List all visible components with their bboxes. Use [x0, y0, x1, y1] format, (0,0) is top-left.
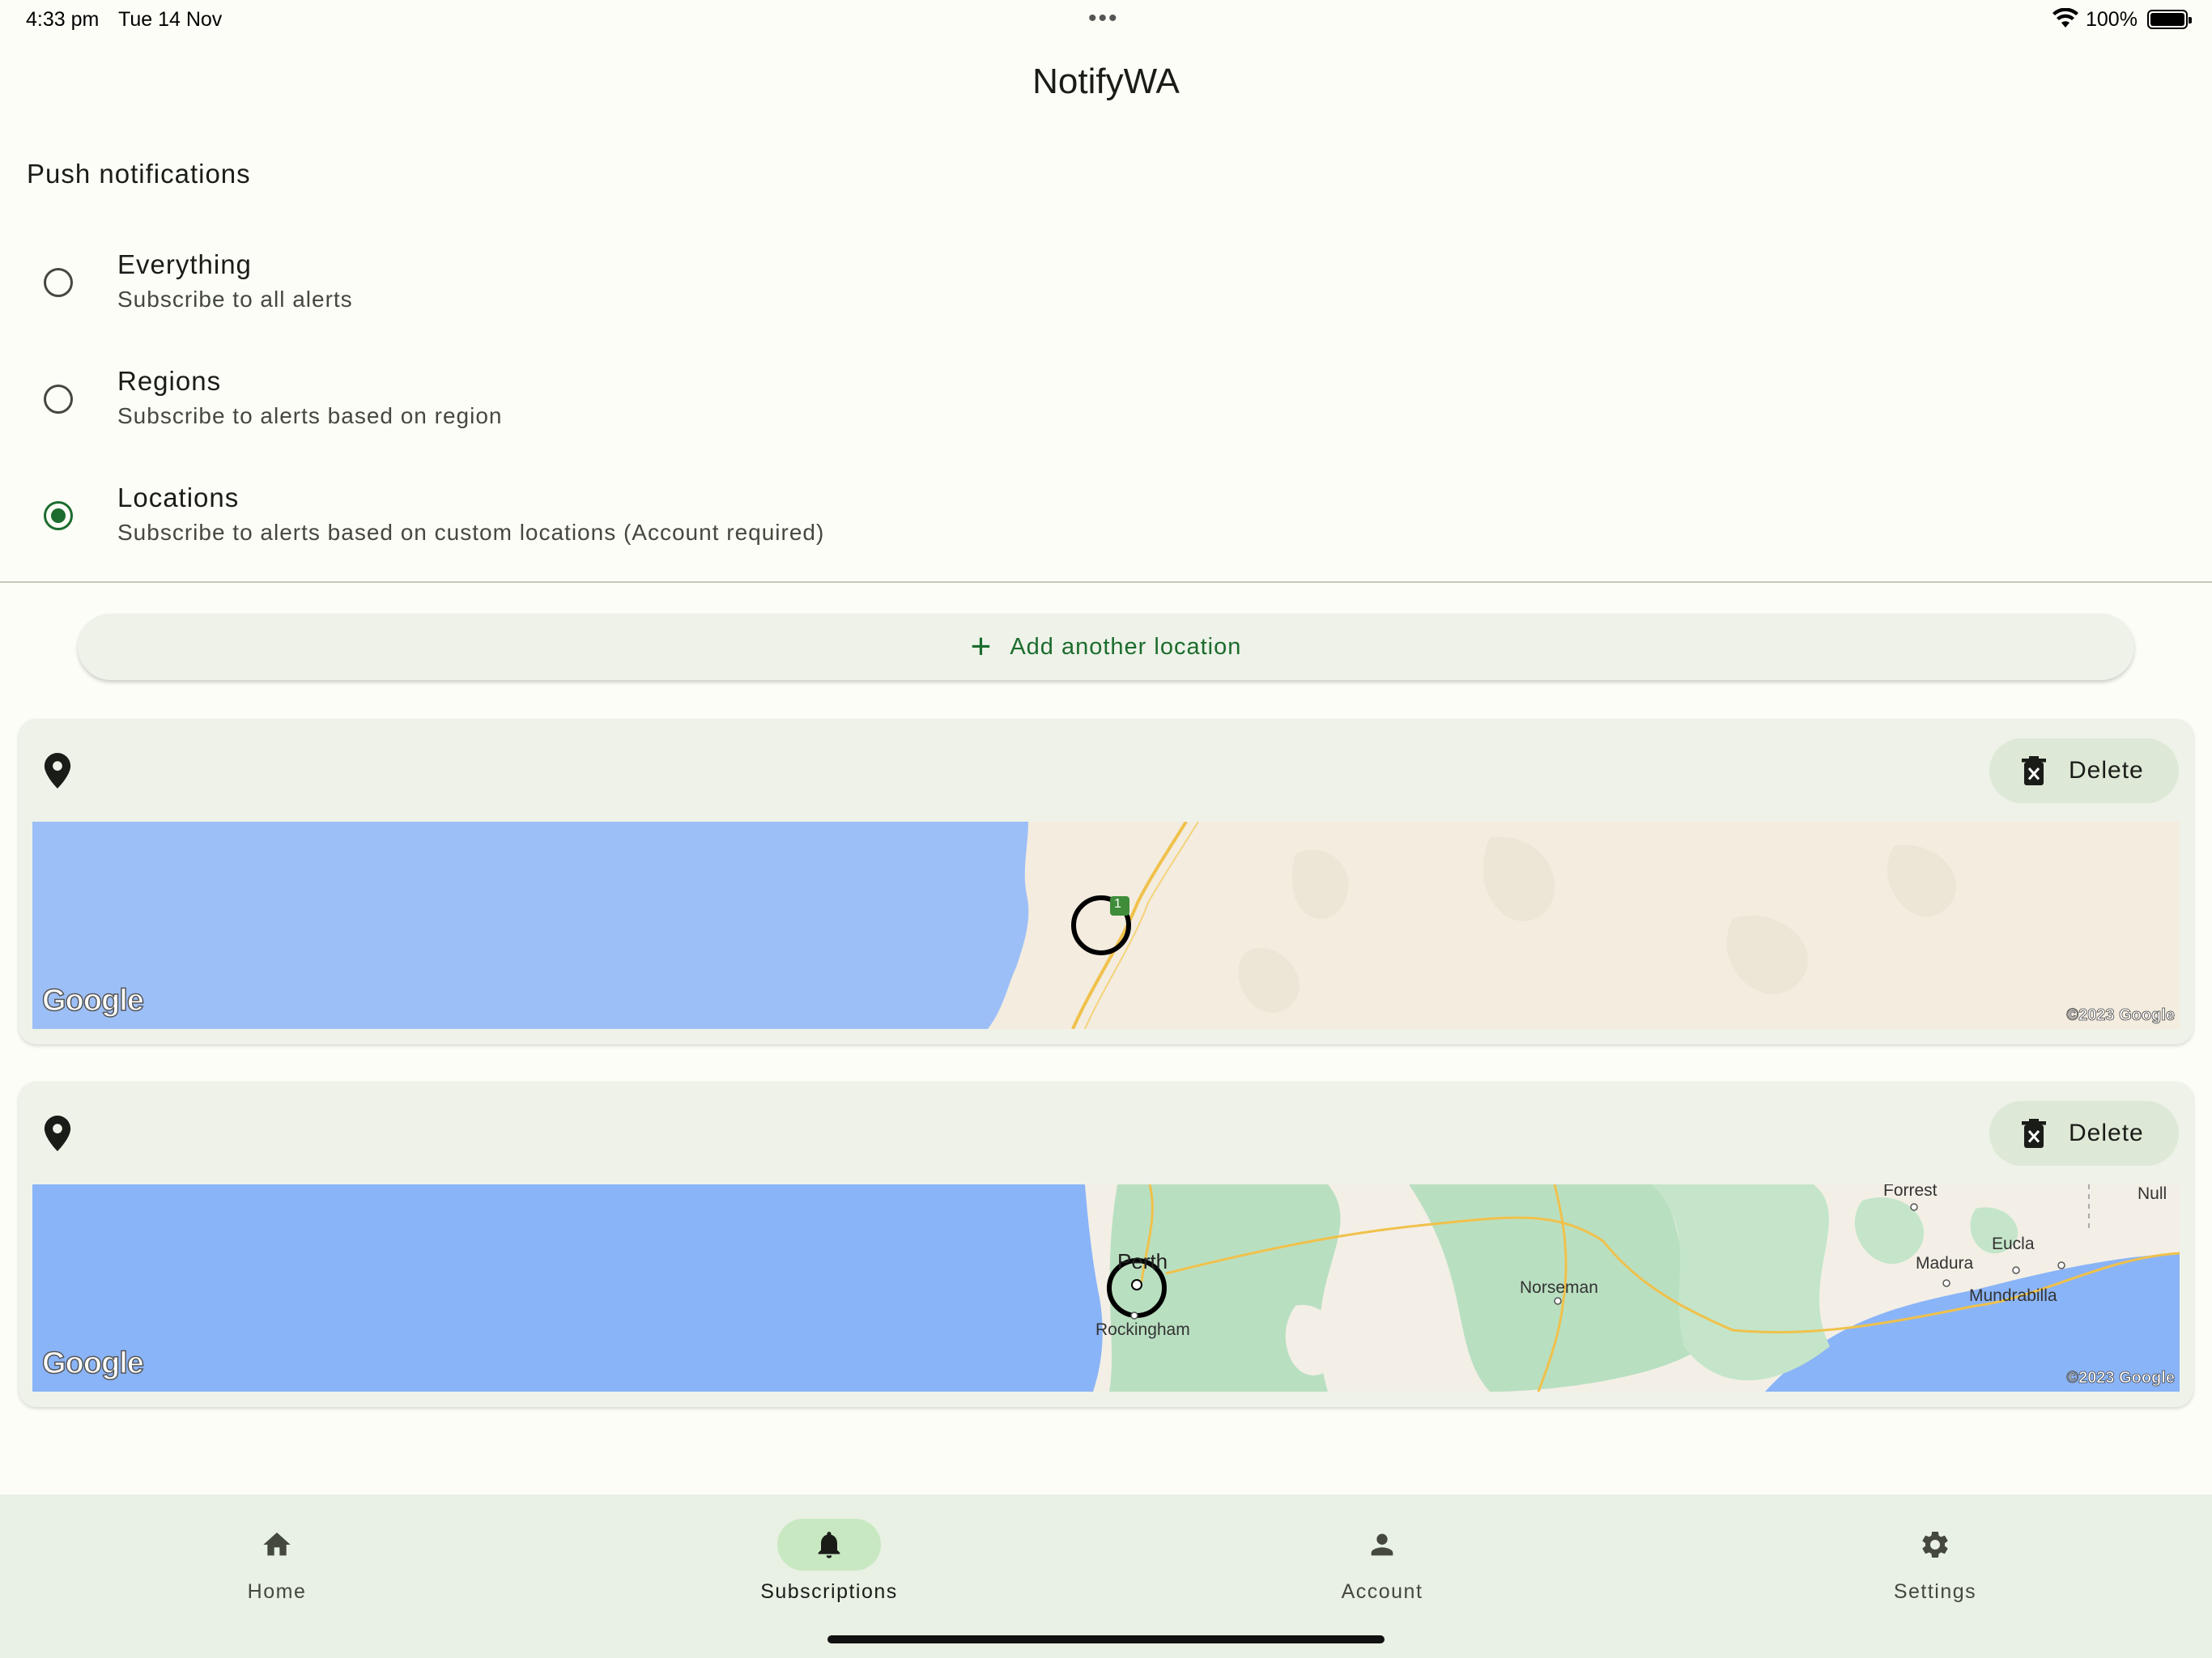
- location-card: Delete 1 Google ©2023 Google: [19, 719, 2193, 1044]
- map-graphic: [32, 822, 2180, 1029]
- status-bar: 4:33 pm Tue 14 Nov ••• 100%: [0, 0, 2212, 39]
- nav-subscriptions[interactable]: Subscriptions: [708, 1519, 951, 1604]
- map-label-forrest: Forrest: [1883, 1184, 1938, 1200]
- divider: [0, 581, 2212, 583]
- option-everything[interactable]: Everything Subscribe to all alerts: [0, 243, 2212, 340]
- radio-regions[interactable]: [44, 385, 73, 414]
- map-label-eucla: Eucla: [1992, 1235, 2035, 1253]
- battery-percentage: 100%: [2086, 8, 2138, 31]
- delete-label: Delete: [2069, 757, 2144, 784]
- bell-icon: [818, 1532, 840, 1558]
- status-date: Tue 14 Nov: [118, 8, 223, 31]
- map-label-nullarbor: Null: [2138, 1184, 2167, 1203]
- option-regions[interactable]: Regions Subscribe to alerts based on reg…: [0, 359, 2212, 457]
- nav-label-settings: Settings: [1893, 1580, 1977, 1603]
- battery-icon: [2147, 10, 2192, 29]
- delete-button[interactable]: Delete: [1989, 1101, 2179, 1166]
- location-card: Delete Perth Rockingham Norseman Forrest…: [19, 1082, 2193, 1407]
- nav-label-subscriptions: Subscriptions: [760, 1580, 898, 1603]
- option-subtitle: Subscribe to alerts based on custom loca…: [117, 520, 825, 545]
- gear-icon: [1922, 1532, 1948, 1558]
- location-pin-icon: [44, 1116, 71, 1151]
- radio-locations[interactable]: [44, 501, 73, 530]
- road-marker: 1: [1114, 897, 1121, 911]
- wifi-icon: [2052, 8, 2078, 28]
- map-label-mundrabilla: Mundrabilla: [1969, 1286, 2057, 1305]
- map-label-norseman: Norseman: [1520, 1278, 1598, 1297]
- plus-icon: +: [970, 627, 993, 666]
- option-title: Everything: [117, 249, 252, 279]
- push-notifications-heading: Push notifications: [27, 159, 251, 189]
- location-pin-icon: [44, 753, 71, 789]
- home-icon: [263, 1533, 291, 1556]
- delete-icon: [2022, 756, 2046, 785]
- map-graphic: [32, 1184, 2180, 1392]
- radio-everything[interactable]: [44, 268, 73, 297]
- google-logo: Google: [41, 1346, 144, 1381]
- location-map[interactable]: 1 Google ©2023 Google: [32, 822, 2180, 1029]
- status-time: 4:33 pm: [26, 8, 100, 31]
- location-map[interactable]: Perth Rockingham Norseman Forrest Madura…: [32, 1184, 2180, 1392]
- nav-label-account: Account: [1341, 1580, 1423, 1603]
- bottom-navigation: Home Subscriptions Account Settings: [0, 1494, 2212, 1658]
- person-icon: [1371, 1533, 1393, 1556]
- map-copyright: ©2023 Google: [2066, 1369, 2175, 1388]
- add-location-label: Add another location: [1010, 633, 1242, 660]
- option-title: Locations: [117, 483, 240, 512]
- nav-home[interactable]: Home: [155, 1519, 398, 1604]
- google-logo: Google: [41, 983, 144, 1018]
- delete-icon: [2022, 1119, 2046, 1148]
- option-subtitle: Subscribe to alerts based on region: [117, 403, 503, 428]
- app-title: NotifyWA: [1032, 62, 1180, 101]
- delete-button[interactable]: Delete: [1989, 738, 2179, 803]
- map-label-perth: Perth: [1117, 1249, 1168, 1273]
- option-subtitle: Subscribe to all alerts: [117, 287, 353, 312]
- add-location-button[interactable]: + Add another location: [78, 614, 2134, 680]
- option-title: Regions: [117, 366, 222, 396]
- nav-account[interactable]: Account: [1261, 1519, 1504, 1604]
- nav-settings[interactable]: Settings: [1814, 1519, 2057, 1604]
- map-label-madura: Madura: [1916, 1254, 1974, 1273]
- delete-label: Delete: [2069, 1120, 2144, 1146]
- option-locations[interactable]: Locations Subscribe to alerts based on c…: [0, 476, 2212, 573]
- multitasking-dots[interactable]: •••: [1088, 5, 1119, 32]
- map-label-rockingham: Rockingham: [1095, 1320, 1190, 1339]
- nav-label-home: Home: [247, 1580, 307, 1603]
- home-indicator[interactable]: [827, 1635, 1385, 1643]
- map-copyright: ©2023 Google: [2066, 1006, 2175, 1025]
